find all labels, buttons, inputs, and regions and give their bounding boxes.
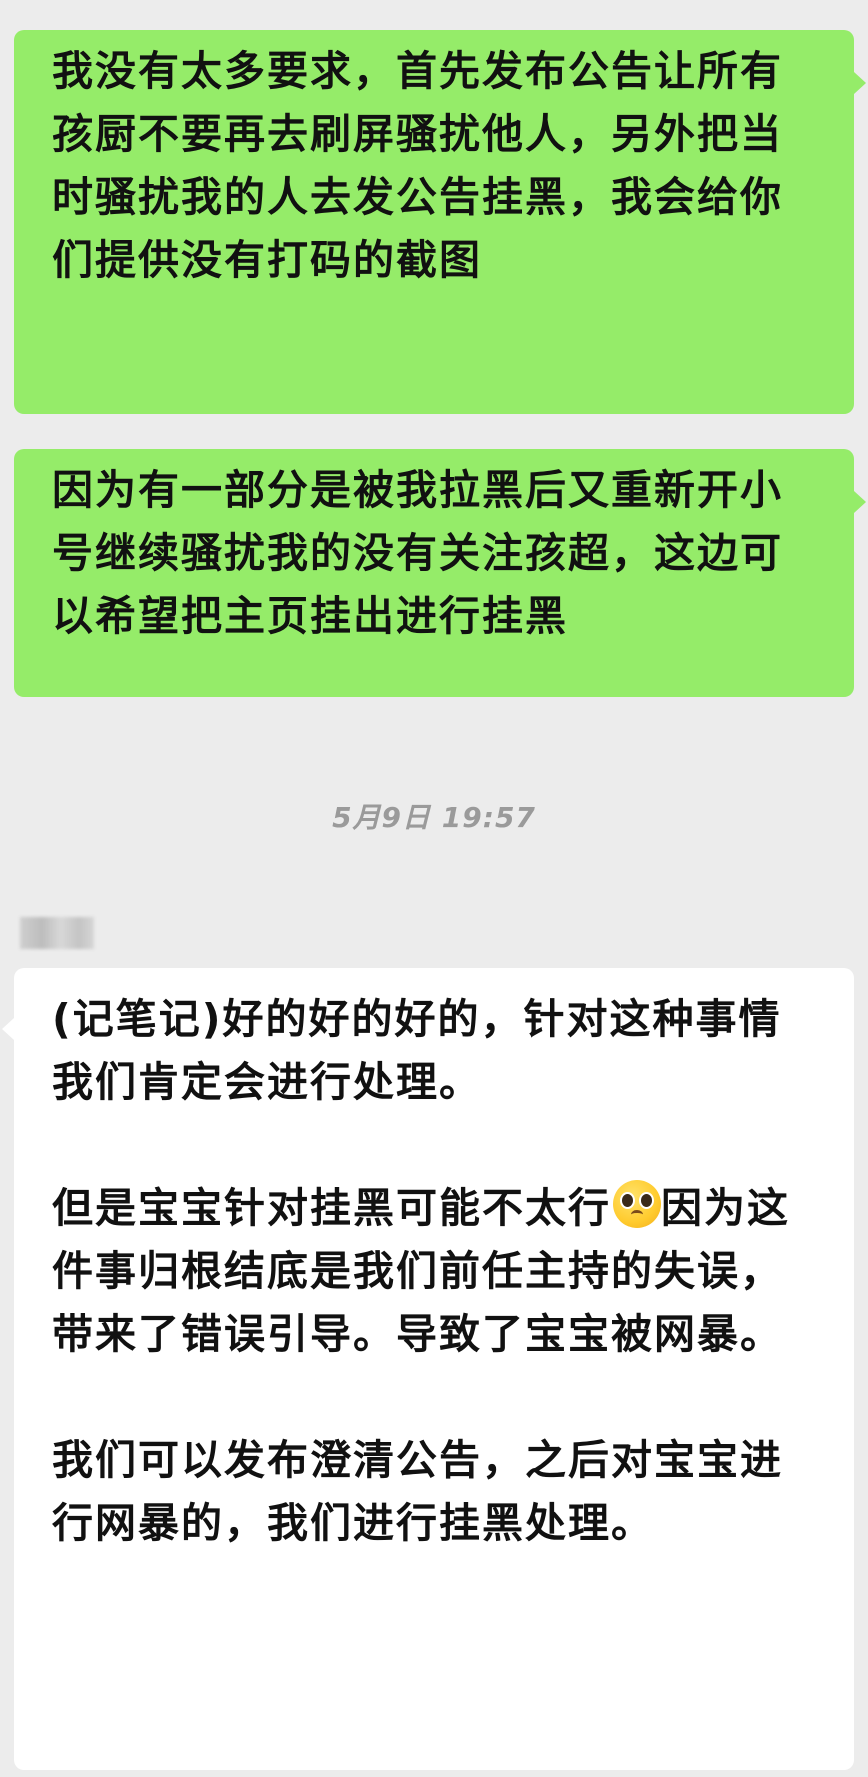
message-paragraph: 我们可以发布澄清公告，之后对宝宝进行网暴的，我们进行挂黑处理。 xyxy=(52,1436,783,1547)
message-text: 我没有太多要求，首先发布公告让所有孩厨不要再去刷屏骚扰他人，另外把当时骚扰我的人… xyxy=(52,47,783,284)
message-paragraph: 但是宝宝针对挂黑可能不太行 因为这件事归根结底是我们前任主持的失误，带来了错误引导… xyxy=(52,1177,824,1366)
pleading-face-icon xyxy=(613,1180,661,1228)
outgoing-message-bubble[interactable]: 我没有太多要求，首先发布公告让所有孩厨不要再去刷屏骚扰他人，另外把当时骚扰我的人… xyxy=(14,30,866,414)
message-text: 因为有一部分是被我拉黑后又重新开小号继续骚扰我的没有关注孩超，这边可以希望把主页… xyxy=(52,466,783,640)
chat-window: 我没有太多要求，首先发布公告让所有孩厨不要再去刷屏骚扰他人，另外把当时骚扰我的人… xyxy=(0,0,868,1777)
message-paragraph: (记笔记)好的好的好的，针对这种事情我们肯定会进行处理。 xyxy=(52,995,782,1106)
message-text: 但是宝宝针对挂黑可能不太行 xyxy=(52,1184,611,1232)
sender-name-blurred xyxy=(20,917,94,949)
outgoing-message-bubble[interactable]: 因为有一部分是被我拉黑后又重新开小号继续骚扰我的没有关注孩超，这边可以希望把主页… xyxy=(14,449,866,697)
message-timestamp: 5月9日 19:57 xyxy=(332,801,536,834)
incoming-message-bubble[interactable]: (记笔记)好的好的好的，针对这种事情我们肯定会进行处理。 但是宝宝针对挂黑可能不… xyxy=(2,968,854,1770)
